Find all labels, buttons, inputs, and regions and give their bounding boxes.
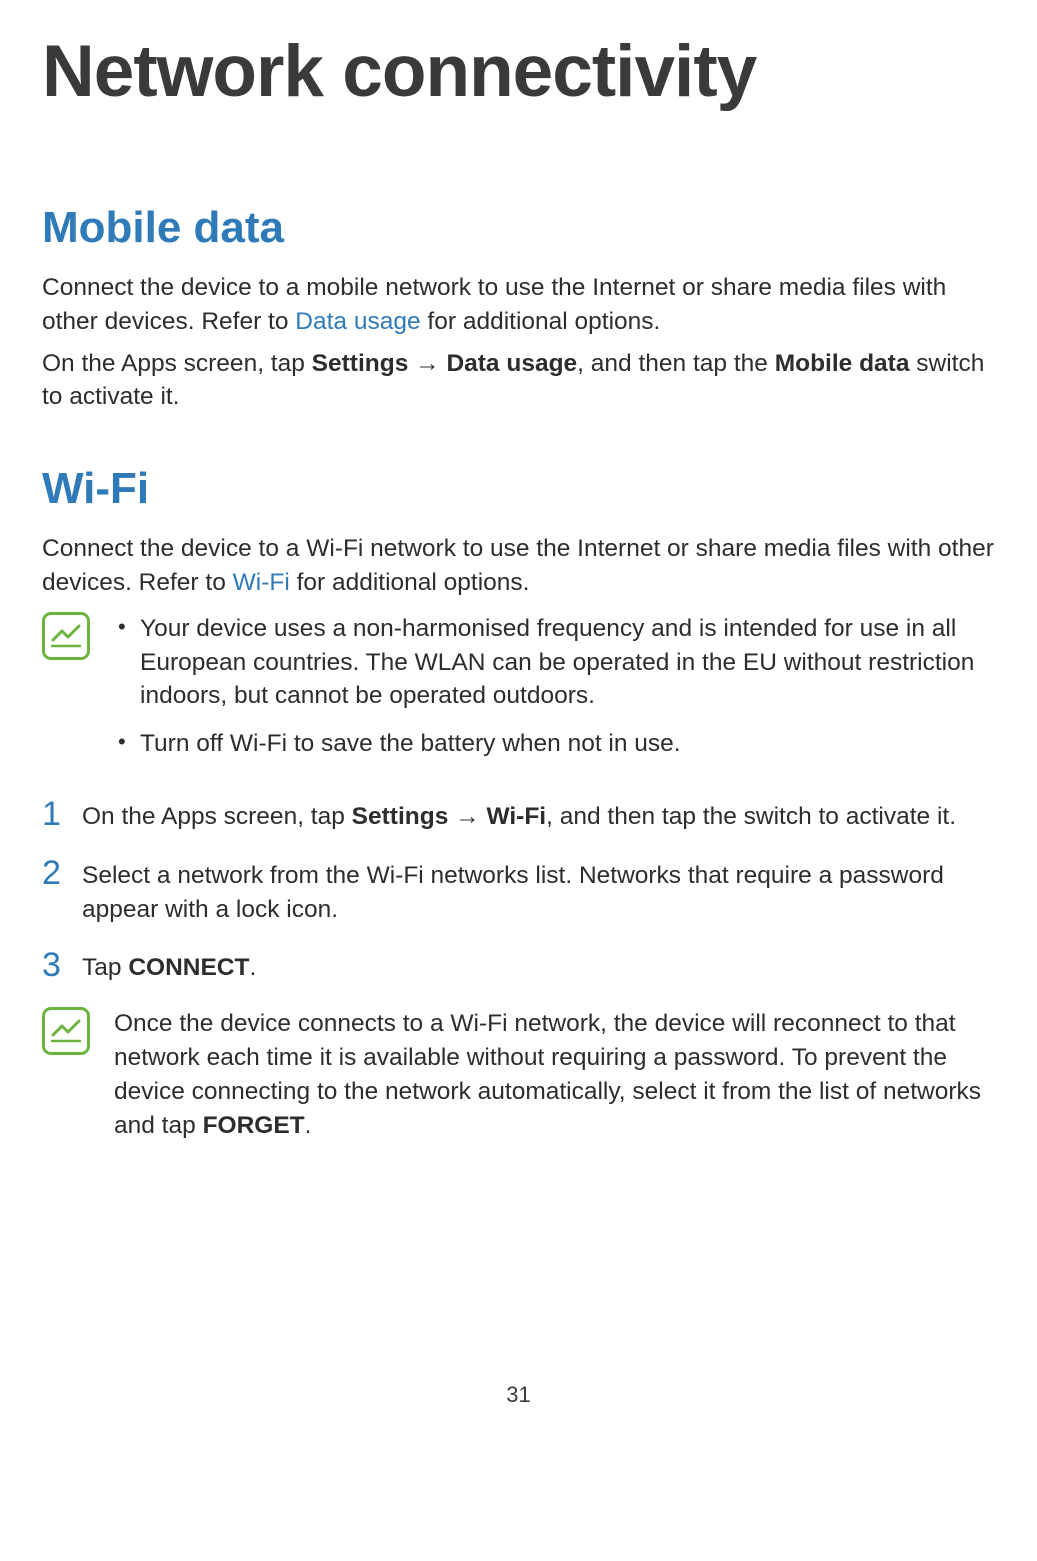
- text: for additional options.: [421, 308, 661, 335]
- text: On the Apps screen, tap: [42, 350, 312, 377]
- section-heading-wifi: Wi-Fi: [42, 464, 995, 514]
- step-number: 2: [42, 856, 82, 890]
- text: , and then tap the: [577, 350, 775, 377]
- step-1: 1 On the Apps screen, tap Settings → Wi-…: [42, 797, 995, 834]
- text: .: [249, 954, 256, 981]
- step-2: 2 Select a network from the Wi-Fi networ…: [42, 856, 995, 927]
- text: for additional options.: [290, 569, 530, 596]
- step-text: Tap CONNECT.: [82, 948, 995, 985]
- note-icon: [42, 1007, 90, 1055]
- text: Tap: [82, 954, 128, 981]
- data-usage-label: Data usage: [446, 350, 577, 377]
- step-number: 3: [42, 948, 82, 982]
- data-usage-link[interactable]: Data usage: [295, 308, 420, 335]
- settings-label: Settings: [352, 803, 449, 830]
- step-3: 3 Tap CONNECT.: [42, 948, 995, 985]
- settings-label: Settings: [312, 350, 409, 377]
- step-text: On the Apps screen, tap Settings → Wi-Fi…: [82, 797, 995, 834]
- connect-label: CONNECT: [128, 954, 249, 981]
- wifi-link[interactable]: Wi-Fi: [233, 569, 290, 596]
- note-block-wifi-info: Your device uses a non-harmonised freque…: [42, 612, 995, 775]
- step-text: Select a network from the Wi-Fi networks…: [82, 856, 995, 927]
- forget-label: FORGET: [203, 1112, 305, 1139]
- wifi-label: Wi-Fi: [486, 803, 546, 830]
- text: , and then tap the switch to activate it…: [546, 803, 956, 830]
- note-content: Your device uses a non-harmonised freque…: [114, 612, 995, 775]
- text: On the Apps screen, tap: [82, 803, 352, 830]
- page-number: 31: [42, 1382, 995, 1408]
- note-content: Once the device connects to a Wi-Fi netw…: [114, 1007, 995, 1142]
- note-bullet-battery: Turn off Wi-Fi to save the battery when …: [114, 727, 995, 761]
- step-number: 1: [42, 797, 82, 831]
- note-bullet-frequency: Your device uses a non-harmonised freque…: [114, 612, 995, 713]
- mobile-data-paragraph-2: On the Apps screen, tap Settings → Data …: [42, 347, 995, 415]
- page-title: Network connectivity: [42, 30, 995, 113]
- wifi-paragraph-1: Connect the device to a Wi-Fi network to…: [42, 532, 995, 600]
- note-icon: [42, 612, 90, 660]
- text: .: [305, 1112, 312, 1139]
- note-block-reconnect: Once the device connects to a Wi-Fi netw…: [42, 1007, 995, 1142]
- mobile-data-paragraph-1: Connect the device to a mobile network t…: [42, 271, 995, 339]
- section-heading-mobile-data: Mobile data: [42, 203, 995, 253]
- mobile-data-label: Mobile data: [775, 350, 910, 377]
- arrow-icon: →: [408, 350, 446, 377]
- arrow-icon: →: [448, 803, 486, 830]
